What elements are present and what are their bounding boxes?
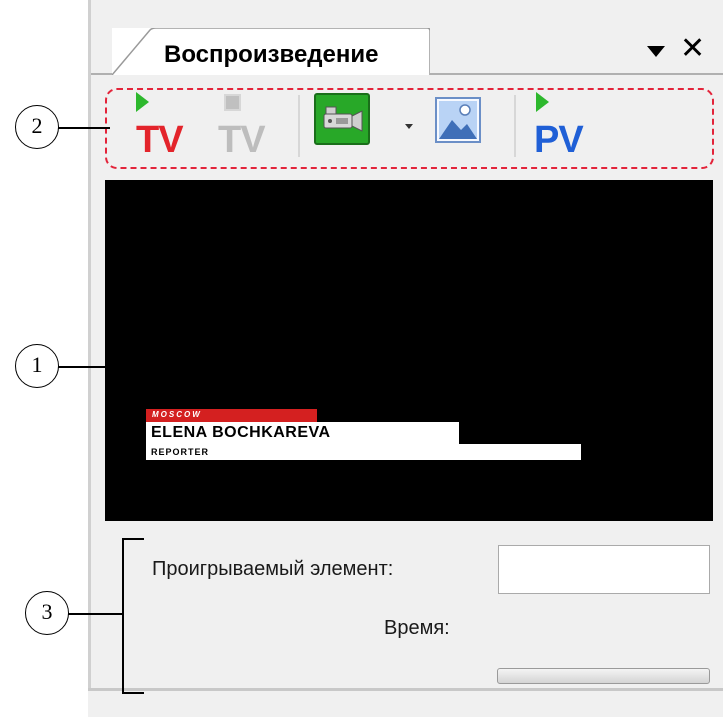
preview-screen bbox=[105, 180, 713, 521]
panel-bottom-border bbox=[88, 688, 723, 691]
bracket-bottom bbox=[122, 692, 144, 694]
callout-3-leader bbox=[68, 613, 122, 615]
lower-third-role-bar bbox=[146, 444, 581, 460]
time-progress-bar bbox=[497, 668, 710, 684]
lower-third-name: ELENA BOCHKAREVA bbox=[151, 424, 331, 441]
callout-2: 2 bbox=[15, 105, 59, 149]
lower-third-location: MOSCOW bbox=[152, 410, 202, 419]
lower-third-role: REPORTER bbox=[151, 447, 210, 457]
panel-menu-dropdown-icon[interactable] bbox=[647, 46, 665, 57]
playing-element-field bbox=[498, 545, 710, 594]
callout-2-leader bbox=[58, 127, 110, 129]
tab-playback[interactable]: Воспроизведение bbox=[112, 28, 430, 75]
time-label: Время: bbox=[384, 617, 450, 639]
bracket-vertical bbox=[122, 538, 124, 694]
panel-close-icon[interactable]: ✕ bbox=[680, 34, 705, 64]
toolbar-highlight bbox=[105, 88, 714, 169]
callout-3: 3 bbox=[25, 591, 69, 635]
callout-1-leader bbox=[58, 366, 158, 368]
playing-element-label: Проигрываемый элемент: bbox=[152, 558, 394, 580]
bracket-top bbox=[122, 538, 144, 540]
callout-1: 1 bbox=[15, 344, 59, 388]
tab-title: Воспроизведение bbox=[164, 41, 379, 68]
